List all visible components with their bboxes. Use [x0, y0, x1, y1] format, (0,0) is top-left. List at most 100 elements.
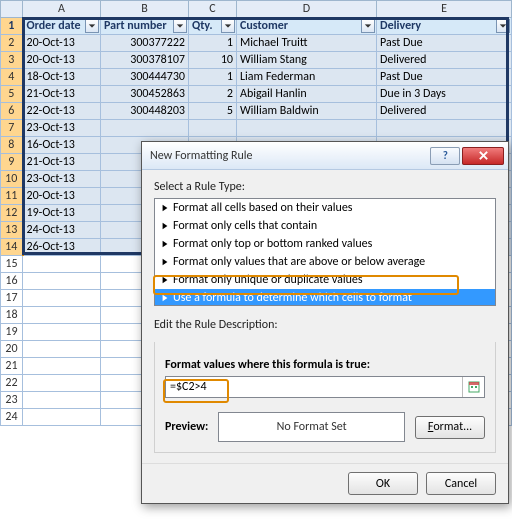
filter-dropdown-icon[interactable]	[496, 19, 510, 33]
row-header-10[interactable]: 10	[1, 171, 23, 188]
row-header-24[interactable]: 24	[1, 409, 23, 426]
rule-type-item-1[interactable]: Format only cells that contain	[155, 217, 495, 235]
cell-D1[interactable]: Customer	[237, 18, 377, 35]
cell-B4[interactable]: 300444730	[101, 69, 189, 86]
filter-dropdown-icon[interactable]	[173, 19, 187, 33]
cell-D6[interactable]: William Baldwin	[237, 103, 377, 120]
cell-A19[interactable]	[23, 324, 101, 341]
col-C[interactable]: C	[189, 1, 237, 18]
ok-button[interactable]: OK	[348, 472, 418, 495]
cell-A5[interactable]: 21-Oct-13	[23, 86, 101, 103]
cell-C4[interactable]: 1	[189, 69, 237, 86]
col-E[interactable]: E	[377, 1, 512, 18]
row-header-3[interactable]: 3	[1, 52, 23, 69]
cell-A21[interactable]	[23, 358, 101, 375]
row-header-18[interactable]: 18	[1, 307, 23, 324]
col-B[interactable]: B	[101, 1, 189, 18]
cell-C2[interactable]: 1	[189, 35, 237, 52]
cell-D7[interactable]	[237, 120, 377, 137]
col-D[interactable]: D	[237, 1, 377, 18]
cell-A9[interactable]: 21-Oct-13	[23, 154, 101, 171]
cell-E7[interactable]	[377, 120, 512, 137]
cell-E4[interactable]: Past Due	[377, 69, 512, 86]
cell-A6[interactable]: 22-Oct-13	[23, 103, 101, 120]
cell-E1[interactable]: Delivery	[377, 18, 512, 35]
row-header-20[interactable]: 20	[1, 341, 23, 358]
row-header-12[interactable]: 12	[1, 205, 23, 222]
cell-A16[interactable]	[23, 273, 101, 290]
dialog-titlebar[interactable]: New Formatting Rule ?	[142, 142, 508, 170]
cell-B6[interactable]: 300448203	[101, 103, 189, 120]
row-header-22[interactable]: 22	[1, 375, 23, 392]
cell-E6[interactable]: Delivered	[377, 103, 512, 120]
format-button[interactable]: FFormat...ormat...	[415, 416, 485, 439]
cell-C6[interactable]: 5	[189, 103, 237, 120]
col-A[interactable]: A	[23, 1, 101, 18]
cell-A7[interactable]: 23-Oct-13	[23, 120, 101, 137]
row-header-19[interactable]: 19	[1, 324, 23, 341]
row-header-15[interactable]: 15	[1, 256, 23, 273]
cell-C3[interactable]: 10	[189, 52, 237, 69]
cell-A10[interactable]: 23-Oct-13	[23, 171, 101, 188]
cancel-button[interactable]: Cancel	[426, 472, 496, 495]
row-header-13[interactable]: 13	[1, 222, 23, 239]
cell-C1[interactable]: Qty.	[189, 18, 237, 35]
cell-A24[interactable]	[23, 409, 101, 426]
close-button[interactable]	[462, 147, 504, 165]
rule-type-item-0[interactable]: Format all cells based on their values	[155, 199, 495, 217]
cell-C7[interactable]	[189, 120, 237, 137]
cell-A1[interactable]: Order date	[23, 18, 101, 35]
cell-B3[interactable]: 300378107	[101, 52, 189, 69]
help-button[interactable]: ?	[430, 147, 460, 165]
row-header-5[interactable]: 5	[1, 86, 23, 103]
range-selector-button[interactable]	[462, 377, 484, 397]
cell-B1[interactable]: Part number	[101, 18, 189, 35]
cell-D5[interactable]: Abigail Hanlin	[237, 86, 377, 103]
cell-A12[interactable]: 19-Oct-13	[23, 205, 101, 222]
cell-A14[interactable]: 26-Oct-13	[23, 239, 101, 256]
cell-A4[interactable]: 18-Oct-13	[23, 69, 101, 86]
cell-D2[interactable]: Michael Truitt	[237, 35, 377, 52]
cell-A22[interactable]	[23, 375, 101, 392]
row-header-7[interactable]: 7	[1, 120, 23, 137]
row-header-1[interactable]: 1	[1, 18, 23, 35]
filter-dropdown-icon[interactable]	[85, 19, 99, 33]
cell-A11[interactable]: 20-Oct-13	[23, 188, 101, 205]
row-header-14[interactable]: 14	[1, 239, 23, 256]
row-header-11[interactable]: 11	[1, 188, 23, 205]
cell-A13[interactable]: 24-Oct-13	[23, 222, 101, 239]
cell-C5[interactable]: 2	[189, 86, 237, 103]
row-header-21[interactable]: 21	[1, 358, 23, 375]
filter-dropdown-icon[interactable]	[361, 19, 375, 33]
rule-type-item-2[interactable]: Format only top or bottom ranked values	[155, 235, 495, 253]
cell-B2[interactable]: 300377222	[101, 35, 189, 52]
cell-B5[interactable]: 300452863	[101, 86, 189, 103]
cell-D3[interactable]: William Stang	[237, 52, 377, 69]
cell-A15[interactable]	[23, 256, 101, 273]
rule-type-item-3[interactable]: Format only values that are above or bel…	[155, 253, 495, 271]
rule-type-item-4[interactable]: Format only unique or duplicate values	[155, 271, 495, 289]
rule-type-item-5[interactable]: Use a formula to determine which cells t…	[155, 289, 495, 306]
row-header-8[interactable]: 8	[1, 137, 23, 154]
cell-A18[interactable]	[23, 307, 101, 324]
row-header-23[interactable]: 23	[1, 392, 23, 409]
cell-B7[interactable]	[101, 120, 189, 137]
row-header-9[interactable]: 9	[1, 154, 23, 171]
row-header-4[interactable]: 4	[1, 69, 23, 86]
cell-A20[interactable]	[23, 341, 101, 358]
row-header-16[interactable]: 16	[1, 273, 23, 290]
cell-E2[interactable]: Past Due	[377, 35, 512, 52]
cell-A8[interactable]: 16-Oct-13	[23, 137, 101, 154]
cell-A23[interactable]	[23, 392, 101, 409]
filter-dropdown-icon[interactable]	[221, 19, 235, 33]
cell-E5[interactable]: Due in 3 Days	[377, 86, 512, 103]
row-header-2[interactable]: 2	[1, 35, 23, 52]
cell-E3[interactable]: Delivered	[377, 52, 512, 69]
select-all-corner[interactable]	[1, 1, 23, 18]
formula-input[interactable]	[166, 380, 462, 394]
rule-type-list[interactable]: Format all cells based on their valuesFo…	[154, 198, 496, 306]
cell-A3[interactable]: 20-Oct-13	[23, 52, 101, 69]
cell-A17[interactable]	[23, 290, 101, 307]
row-header-6[interactable]: 6	[1, 103, 23, 120]
cell-D4[interactable]: Liam Federman	[237, 69, 377, 86]
